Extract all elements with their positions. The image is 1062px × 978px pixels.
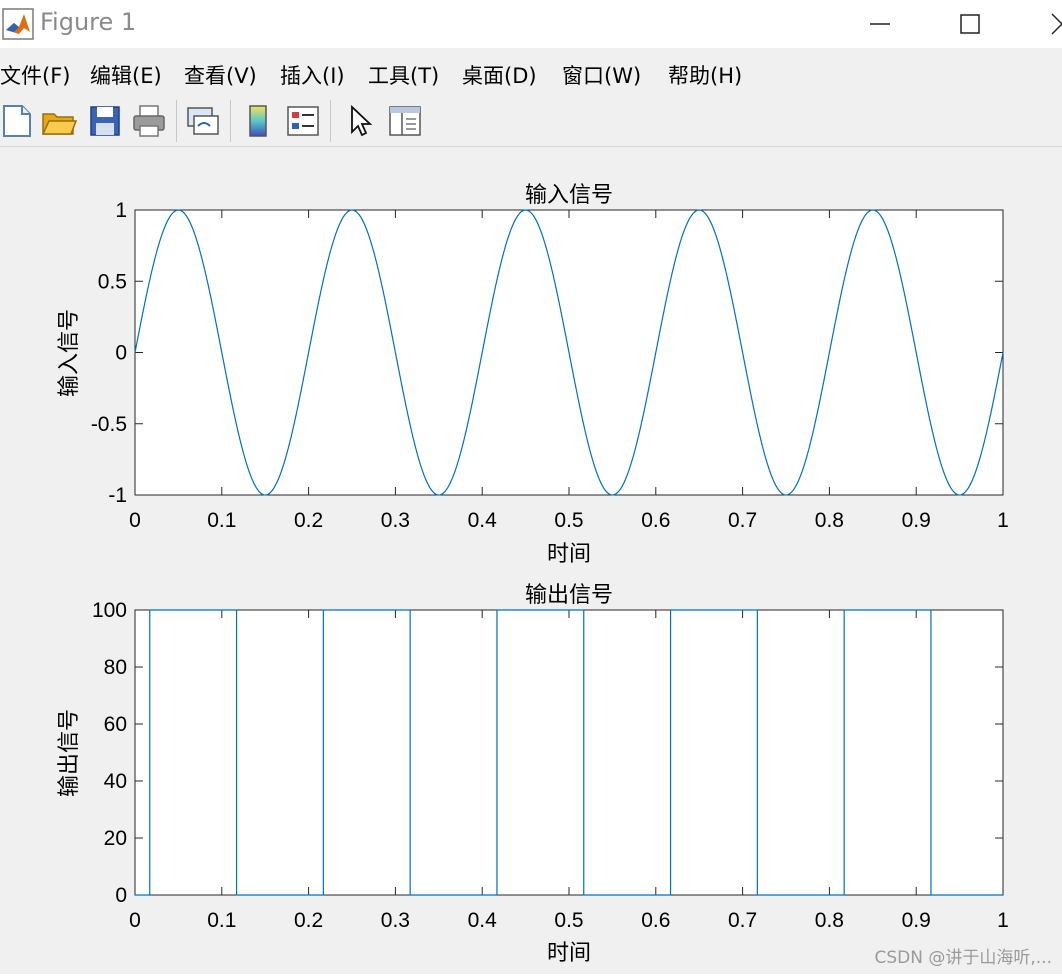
y-tick-label: -1	[108, 484, 127, 507]
x-tick-label: 0.9	[902, 909, 931, 932]
pointer-icon[interactable]	[342, 102, 380, 140]
close-icon	[1051, 13, 1062, 35]
menu-insert[interactable]: 插入(I)	[280, 60, 345, 90]
y-tick-label: 80	[104, 656, 127, 679]
y-axis-label: 输出信号	[56, 709, 81, 797]
open-file-icon[interactable]	[40, 102, 78, 140]
property-inspector-icon[interactable]	[386, 102, 424, 140]
y-tick-label: 40	[104, 770, 127, 793]
x-tick-label: 0.4	[468, 509, 498, 532]
axes-title: 输出信号	[525, 582, 613, 607]
toolbar-separator	[230, 100, 231, 142]
link-plot-icon[interactable]	[184, 102, 222, 140]
x-tick-label: 0.7	[728, 909, 757, 932]
maximize-button[interactable]	[940, 0, 1000, 48]
x-tick-label: 0.5	[554, 909, 583, 932]
x-tick-label: 0.3	[381, 909, 410, 932]
x-tick-label: 0.8	[815, 509, 844, 532]
menu-tools[interactable]: 工具(T)	[368, 60, 439, 90]
axes-box	[134, 609, 1004, 896]
toolbar-separator	[330, 100, 331, 142]
minimize-button[interactable]	[850, 0, 910, 48]
menu-file[interactable]: 文件(F)	[0, 60, 70, 90]
minimize-icon	[870, 23, 890, 25]
print-icon[interactable]	[130, 102, 168, 140]
x-tick-label: 0.1	[207, 909, 236, 932]
figure-canvas: 0 0.1 0.2 0.3 0.4 0.5 0.6 0.7 0.8 0.9 1 -1 -0.5 0 0.5 1…	[56, 182, 1009, 965]
window-title: Figure 1	[40, 8, 137, 36]
x-tick-label: 1	[997, 909, 1009, 932]
x-tick-label: 0.4	[468, 909, 498, 932]
y-tick-label: 60	[104, 713, 127, 736]
axes-input[interactable]: 0 0.1 0.2 0.3 0.4 0.5 0.6 0.7 0.8 0.9 1 -1 -0.5 0 0.5 1…	[56, 182, 1009, 566]
x-tick-label: 0.1	[207, 509, 236, 532]
y-tick-label: -0.5	[91, 413, 127, 436]
x-tick-label: 0.6	[641, 509, 670, 532]
x-tick-label: 0.7	[728, 509, 757, 532]
y-tick-label: 1	[115, 199, 127, 222]
x-tick-label: 0.6	[641, 909, 670, 932]
menu-bar: 文件(F) 编辑(E) 查看(V) 插入(I) 工具(T) 桌面(D) 窗口(W…	[0, 48, 1062, 96]
x-axis-label: 时间	[547, 541, 591, 566]
toolbar-separator	[176, 100, 177, 142]
maximize-icon	[960, 14, 980, 34]
menu-help[interactable]: 帮助(H)	[668, 60, 742, 90]
menu-view[interactable]: 查看(V)	[184, 60, 257, 90]
y-tick-label: 0	[115, 342, 127, 365]
x-tick-label: 1	[997, 509, 1009, 532]
watermark-text: CSDN @讲于山海听,...	[874, 948, 1053, 968]
y-tick-label: 100	[92, 599, 127, 622]
save-icon[interactable]	[86, 102, 124, 140]
y-axis-label: 输入信号	[56, 309, 81, 397]
window-title-bar: Figure 1	[0, 0, 1062, 48]
x-tick-label: 0.3	[381, 509, 410, 532]
menu-edit[interactable]: 编辑(E)	[90, 60, 162, 90]
matlab-icon	[2, 8, 34, 40]
new-figure-icon[interactable]	[0, 102, 38, 140]
y-tick-label: 0.5	[98, 270, 127, 293]
x-tick-label: 0	[129, 509, 141, 532]
axes-title: 输入信号	[525, 182, 613, 207]
x-tick-label: 0	[129, 909, 141, 932]
x-tick-label: 0.2	[294, 509, 323, 532]
figure-area: 0 0.1 0.2 0.3 0.4 0.5 0.6 0.7 0.8 0.9 1 -1 -0.5 0 0.5 1…	[0, 147, 1062, 974]
x-axis-label: 时间	[547, 940, 591, 965]
y-tick-label: 20	[104, 827, 127, 850]
x-tick-label: 0.9	[902, 509, 931, 532]
axes-output[interactable]: 0 0.1 0.2 0.3 0.4 0.5 0.6 0.7 0.8 0.9 1 0 20 40 60 80 10…	[56, 582, 1009, 965]
close-button[interactable]	[1040, 0, 1062, 48]
x-tick-label: 0.5	[554, 509, 583, 532]
menu-desktop[interactable]: 桌面(D)	[462, 60, 537, 90]
colorbar-icon[interactable]	[240, 102, 278, 140]
legend-icon[interactable]	[284, 102, 322, 140]
x-tick-label: 0.2	[294, 909, 323, 932]
toolbar	[0, 96, 1062, 147]
menu-window[interactable]: 窗口(W)	[562, 60, 641, 90]
x-tick-label: 0.8	[815, 909, 844, 932]
y-tick-label: 0	[115, 884, 127, 907]
